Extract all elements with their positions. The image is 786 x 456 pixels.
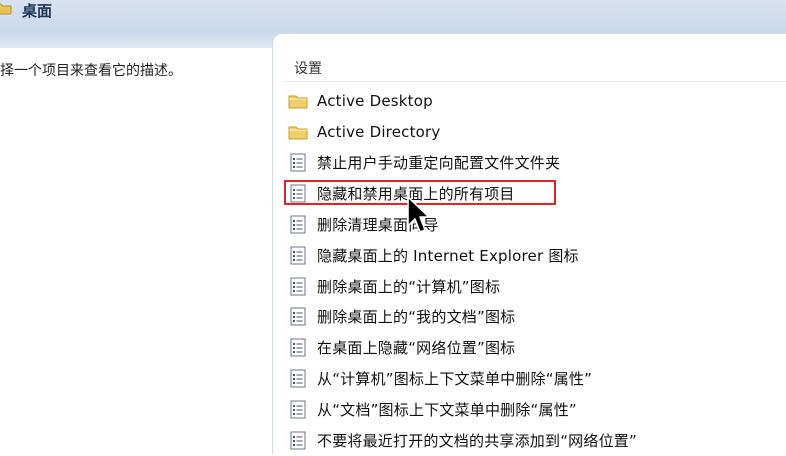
- list-item-label: 删除桌面上的“计算机”图标: [317, 277, 501, 296]
- description-text: 择一个项目来查看它的描述。: [0, 63, 182, 79]
- policy-setting-icon: [288, 430, 308, 450]
- folder-icon: [0, 3, 12, 15]
- list-item[interactable]: Active Desktop: [288, 86, 637, 117]
- policy-setting-icon: [288, 338, 308, 358]
- mouse-cursor-icon: [407, 196, 430, 233]
- list-item[interactable]: 从“计算机”图标上下文菜单中删除“属性”: [288, 363, 637, 394]
- policy-setting-icon: [288, 307, 308, 327]
- list-item[interactable]: 不要将最近打开的文档的共享添加到“网络位置”: [288, 425, 637, 456]
- policy-setting-icon: [288, 369, 308, 389]
- policy-setting-icon: [288, 245, 308, 265]
- settings-list: Active Desktop Active Directory 禁止用户手动重定向配…: [284, 86, 637, 456]
- policy-setting-icon: [288, 276, 308, 296]
- list-item-label: 在桌面上隐藏“网络位置”图标: [317, 339, 516, 358]
- list-item[interactable]: 删除桌面上的“我的文档”图标: [288, 302, 637, 333]
- folder-icon: [288, 122, 308, 142]
- folder-icon: [288, 91, 308, 111]
- list-item-label: 删除桌面上的“我的文档”图标: [317, 308, 516, 327]
- list-item[interactable]: 从“文档”图标上下文菜单中删除“属性”: [288, 394, 637, 425]
- policy-setting-icon: [288, 153, 308, 173]
- list-item[interactable]: 隐藏桌面上的 Internet Explorer 图标: [288, 240, 637, 271]
- list-item[interactable]: 删除清理桌面向导: [288, 209, 637, 240]
- policy-setting-icon: [288, 184, 308, 204]
- list-item-label: Active Directory: [317, 123, 441, 142]
- description-pane: 择一个项目来查看它的描述。: [0, 48, 272, 454]
- list-item-selected[interactable]: 隐藏和禁用桌面上的所有项目: [284, 178, 637, 209]
- list-item[interactable]: 禁止用户手动重定向配置文件文件夹: [288, 148, 637, 179]
- column-header-settings[interactable]: 设置: [294, 58, 322, 78]
- list-item[interactable]: Active Directory: [288, 117, 637, 148]
- column-separator: [282, 81, 786, 82]
- list-item[interactable]: 删除桌面上的“计算机”图标: [288, 271, 637, 302]
- header-bar: 桌面: [0, 0, 786, 32]
- list-item[interactable]: 在桌面上隐藏“网络位置”图标: [288, 332, 637, 363]
- list-item-label: Active Desktop: [317, 92, 433, 111]
- list-item-label: 不要将最近打开的文档的共享添加到“网络位置”: [317, 431, 637, 450]
- list-item-label: 从“计算机”图标上下文菜单中删除“属性”: [317, 370, 593, 389]
- list-item-label: 禁止用户手动重定向配置文件文件夹: [317, 154, 561, 173]
- policy-setting-icon: [288, 215, 308, 235]
- list-item-label: 隐藏桌面上的 Internet Explorer 图标: [317, 246, 579, 265]
- page-title: 桌面: [22, 2, 53, 20]
- list-item-label: 从“文档”图标上下文菜单中删除“属性”: [317, 400, 577, 419]
- policy-setting-icon: [288, 399, 308, 419]
